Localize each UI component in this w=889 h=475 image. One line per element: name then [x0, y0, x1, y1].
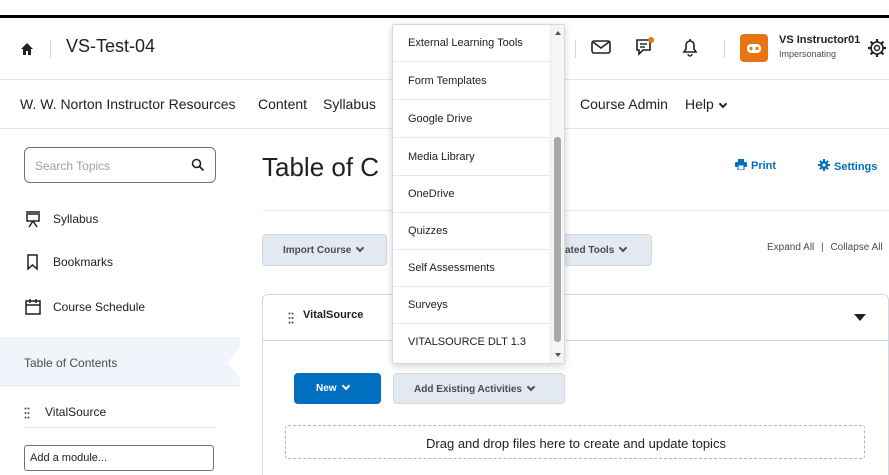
chat-notification-icon[interactable] — [634, 36, 656, 58]
header-divider — [724, 40, 725, 58]
menu-item-form-templates[interactable]: Form Templates — [393, 63, 551, 100]
menu-scrollbar[interactable] — [550, 25, 564, 363]
sidebar-item-bookmarks[interactable]: Bookmarks — [24, 253, 224, 273]
scrollbar-thumb[interactable] — [554, 137, 561, 342]
add-existing-label: Add Existing Activities — [414, 384, 522, 395]
top-bar — [0, 0, 889, 18]
link-separator: | — [821, 242, 824, 253]
import-course-label: Import Course — [283, 245, 352, 256]
existing-activities-menu: External Learning Tools Form Templates G… — [392, 24, 565, 364]
related-tools-label: ated Tools — [565, 245, 615, 256]
nav-item-course-admin[interactable]: Course Admin — [580, 96, 668, 112]
course-title[interactable]: VS-Test-04 — [66, 36, 155, 57]
menu-item-onedrive[interactable]: OneDrive — [393, 176, 551, 213]
user-name[interactable]: VS Instructor01 — [779, 34, 860, 46]
bell-icon[interactable] — [679, 36, 701, 58]
menu-item-label: VITALSOURCE DLT 1.3 — [408, 336, 526, 348]
menu-item-label: Media Library — [408, 151, 475, 163]
sidebar-item-table-of-contents[interactable]: Table of Contents — [0, 338, 241, 386]
settings-label: Settings — [834, 161, 878, 173]
module-card: VitalSource New Add Existing Activities … — [262, 294, 889, 475]
scroll-down-icon[interactable] — [555, 353, 561, 357]
page-title: Table of C — [262, 152, 380, 182]
expand-all-link[interactable]: Expand All — [767, 242, 814, 253]
file-drop-zone[interactable]: Drag and drop files here to create and u… — [285, 425, 865, 459]
drag-handle-icon[interactable] — [24, 407, 30, 419]
avatar[interactable] — [740, 34, 768, 62]
module-name: VitalSource — [303, 309, 364, 321]
settings-button[interactable]: Settings — [818, 159, 877, 173]
search-icon[interactable] — [191, 158, 205, 172]
collapse-all-link[interactable]: Collapse All — [830, 242, 882, 253]
drop-zone-text: Drag and drop files here to create and u… — [426, 436, 726, 451]
new-button[interactable]: New — [294, 373, 381, 404]
print-label: Print — [751, 160, 777, 172]
gear-icon[interactable] — [866, 37, 888, 59]
header-divider — [50, 40, 51, 58]
menu-item-vitalsource-dlt[interactable]: VITALSOURCE DLT 1.3 — [393, 324, 551, 361]
chevron-down-icon — [526, 382, 536, 392]
sidebar-item-syllabus[interactable]: Syllabus — [24, 210, 224, 230]
add-module-input[interactable]: Add a module... — [24, 445, 214, 471]
menu-item-label: Quizzes — [408, 225, 448, 237]
title-divider — [262, 210, 889, 211]
drag-handle-icon[interactable] — [288, 312, 294, 324]
nav-item-help[interactable]: Help — [685, 96, 728, 112]
header-divider — [575, 40, 576, 58]
expand-collapse-links: Expand All | Collapse All — [767, 242, 883, 253]
sidebar-item-label: Bookmarks — [53, 255, 114, 269]
menu-item-self-assessments[interactable]: Self Assessments — [393, 250, 551, 287]
mail-icon[interactable] — [590, 36, 612, 58]
user-status: Impersonating — [779, 49, 837, 59]
sidebar-item-label: Course Schedule — [53, 300, 146, 314]
chevron-down-icon — [619, 243, 628, 253]
calendar-icon — [25, 299, 41, 315]
module-header[interactable]: VitalSource — [263, 295, 888, 341]
menu-item-media-library[interactable]: Media Library — [393, 139, 551, 176]
menu-item-quizzes[interactable]: Quizzes — [393, 213, 551, 250]
nav-item-syllabus[interactable]: Syllabus — [323, 96, 376, 112]
sidebar-module-label: VitalSource — [45, 405, 107, 419]
menu-item-label: Google Drive — [408, 113, 473, 125]
search-placeholder: Search Topics — [35, 159, 111, 173]
collapse-caret-icon[interactable] — [854, 314, 866, 321]
chevron-down-icon — [718, 99, 728, 109]
active-indicator — [227, 347, 241, 379]
new-label: New — [316, 383, 337, 394]
import-course-button[interactable]: Import Course — [262, 234, 387, 266]
menu-item-label: Self Assessments — [408, 262, 495, 274]
scroll-up-icon[interactable] — [555, 31, 561, 35]
toc-sidebar: Search Topics Syllabus Bookmarks Course … — [0, 130, 241, 475]
chevron-down-icon — [356, 243, 365, 253]
sidebar-item-course-schedule[interactable]: Course Schedule — [24, 298, 224, 318]
home-icon[interactable] — [20, 42, 34, 56]
printer-icon — [735, 159, 747, 171]
gear-icon — [818, 159, 830, 171]
menu-item-label: Form Templates — [408, 75, 487, 87]
search-input[interactable]: Search Topics — [24, 147, 216, 183]
print-button[interactable]: Print — [735, 159, 776, 172]
nav-item-norton-resources[interactable]: W. W. Norton Instructor Resources — [20, 96, 236, 112]
menu-item-google-drive[interactable]: Google Drive — [393, 101, 551, 138]
menu-item-surveys[interactable]: Surveys — [393, 287, 551, 324]
nav-item-help-label: Help — [685, 96, 714, 112]
nav-item-content[interactable]: Content — [258, 96, 307, 112]
sidebar-item-label: Syllabus — [53, 212, 99, 226]
menu-item-label: OneDrive — [408, 188, 455, 200]
add-existing-activities-button[interactable]: Add Existing Activities — [393, 373, 565, 404]
chevron-down-icon — [341, 381, 350, 391]
bookmark-icon — [27, 254, 38, 271]
robot-avatar-icon — [747, 44, 761, 53]
sidebar-module-vitalsource[interactable]: VitalSource — [24, 398, 216, 428]
menu-item-label: External Learning Tools — [408, 37, 523, 49]
menu-item-external-learning-tools[interactable]: External Learning Tools — [393, 25, 551, 62]
presentation-icon — [26, 211, 40, 228]
add-module-placeholder: Add a module... — [30, 452, 108, 464]
sidebar-item-label: Table of Contents — [24, 356, 118, 370]
menu-item-label: Surveys — [408, 299, 448, 311]
